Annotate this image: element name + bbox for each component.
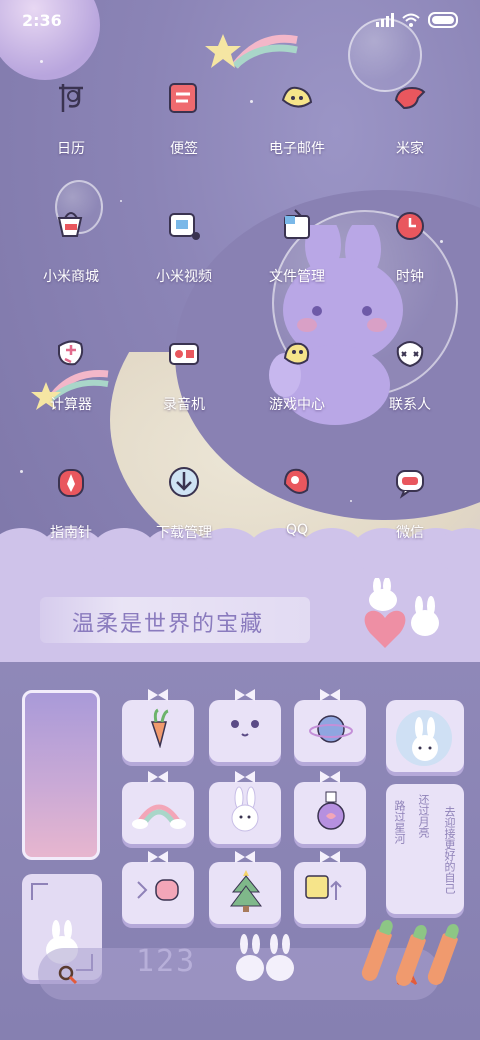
battery-icon <box>428 12 458 28</box>
video-icon <box>164 206 204 246</box>
bunny-icon <box>231 786 259 832</box>
app-calendar[interactable]: 日历 <box>16 78 126 178</box>
compass-icon <box>51 462 91 502</box>
app-qq[interactable]: QQ <box>242 462 352 562</box>
bow-icon <box>320 689 340 701</box>
recorder-icon <box>164 334 204 374</box>
bunny-face-icon <box>231 720 259 737</box>
bow-icon <box>320 851 340 863</box>
calendar-icon <box>51 78 91 118</box>
quote-line: 还过月亮 <box>417 794 430 838</box>
app-notes[interactable]: 便签 <box>129 78 239 178</box>
app-label: 录音机 <box>163 397 205 413</box>
qq-icon <box>277 462 317 502</box>
rainbow-icon <box>132 804 186 829</box>
bow-icon <box>235 771 255 783</box>
star-decoration <box>120 200 122 202</box>
app-label: 计算器 <box>50 397 92 413</box>
app-label: 小米商城 <box>43 269 99 285</box>
app-clock[interactable]: 时钟 <box>355 206 465 306</box>
calculator-icon <box>51 334 91 374</box>
app-label: 米家 <box>396 141 424 157</box>
widget-tile-note[interactable] <box>294 851 366 924</box>
sticky-note-icon <box>305 875 342 900</box>
widget-tile-carrot[interactable] <box>122 689 194 762</box>
bow-icon <box>148 851 168 863</box>
app-download[interactable]: 下载管理 <box>129 462 239 562</box>
widget-tile-bunny-face[interactable] <box>209 689 281 762</box>
bunnies-sitting-icon <box>236 934 294 981</box>
game-icon <box>277 334 317 374</box>
quote-line: 去迎接更好的自己 <box>443 806 456 894</box>
app-label: 便签 <box>170 141 198 157</box>
star-decoration <box>40 60 43 63</box>
bow-icon <box>235 689 255 701</box>
app-label: QQ <box>285 522 309 538</box>
app-calculator[interactable]: 计算器 <box>16 334 126 434</box>
bow-icon <box>320 771 340 783</box>
widget-tile-rainbow[interactable] <box>122 771 194 844</box>
carrot-icon <box>150 708 169 748</box>
gradient-photo-widget[interactable] <box>22 690 100 860</box>
widget-tile-potion[interactable] <box>294 771 366 844</box>
app-mail[interactable]: 电子邮件 <box>242 78 352 178</box>
app-label: 电子邮件 <box>269 141 325 157</box>
app-files[interactable]: 文件管理 <box>242 206 352 306</box>
candy-icon <box>137 879 179 901</box>
clock-icon <box>390 206 430 246</box>
bow-icon <box>148 689 168 701</box>
app-wechat[interactable]: 微信 <box>355 462 465 562</box>
wechat-icon <box>390 462 430 502</box>
contacts-icon <box>390 334 430 374</box>
app-contacts[interactable]: 联系人 <box>355 334 465 434</box>
app-label: 联系人 <box>389 397 431 413</box>
signal-icon <box>376 13 394 27</box>
christmas-tree-icon <box>230 870 262 912</box>
app-game-center[interactable]: 游戏中心 <box>242 334 352 434</box>
app-mijia[interactable]: 米家 <box>355 78 465 178</box>
app-compass[interactable]: 指南针 <box>16 462 126 562</box>
mail-icon <box>277 78 317 118</box>
bow-icon <box>235 851 255 863</box>
files-icon <box>277 206 317 246</box>
app-label: 小米视频 <box>156 269 212 285</box>
widget-tile-tree[interactable] <box>209 851 281 924</box>
widget-tile-candy[interactable] <box>122 851 194 924</box>
widget-tile-bunny[interactable] <box>209 771 281 844</box>
bow-icon <box>148 771 168 783</box>
bunny-icon <box>412 717 438 761</box>
app-label: 日历 <box>57 141 85 157</box>
status-icons <box>376 12 458 28</box>
status-time: 2:36 <box>22 11 62 30</box>
mall-icon <box>51 206 91 246</box>
bunny-heart-decoration <box>364 578 439 648</box>
quote-widget[interactable]: 去迎接更好的自己 还过月亮 路过星河 <box>386 784 464 914</box>
app-label: 文件管理 <box>269 269 325 285</box>
potion-bottle-icon <box>317 791 345 830</box>
widget-tile-planet[interactable] <box>294 689 366 762</box>
planet-icon <box>309 715 353 743</box>
quote-line: 路过星河 <box>393 800 406 844</box>
bunny-portrait-widget[interactable] <box>386 700 464 772</box>
app-mall[interactable]: 小米商城 <box>16 206 126 306</box>
app-label: 指南针 <box>50 525 92 541</box>
app-label: 下载管理 <box>156 525 212 541</box>
wifi-icon <box>402 13 420 27</box>
home-icon <box>390 78 430 118</box>
search-icon[interactable] <box>56 963 80 987</box>
app-label: 微信 <box>396 525 424 541</box>
app-label: 游戏中心 <box>269 397 325 413</box>
notes-icon <box>164 78 204 118</box>
download-icon <box>164 462 204 502</box>
app-label: 时钟 <box>396 269 424 285</box>
app-video[interactable]: 小米视频 <box>129 206 239 306</box>
status-bar: 2:36 <box>0 0 480 44</box>
search-bar-number-text: 123 <box>136 944 197 979</box>
banner-text: 温柔是世界的宝藏 <box>72 612 265 637</box>
app-recorder[interactable]: 录音机 <box>129 334 239 434</box>
